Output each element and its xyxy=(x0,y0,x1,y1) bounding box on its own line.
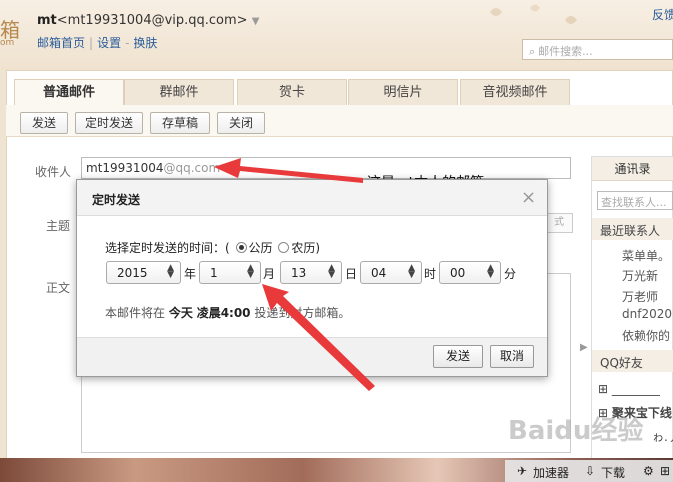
arrow-to-recipient xyxy=(214,158,363,183)
annotation-arrows xyxy=(214,158,375,391)
arrow-to-time-selects xyxy=(262,284,375,391)
